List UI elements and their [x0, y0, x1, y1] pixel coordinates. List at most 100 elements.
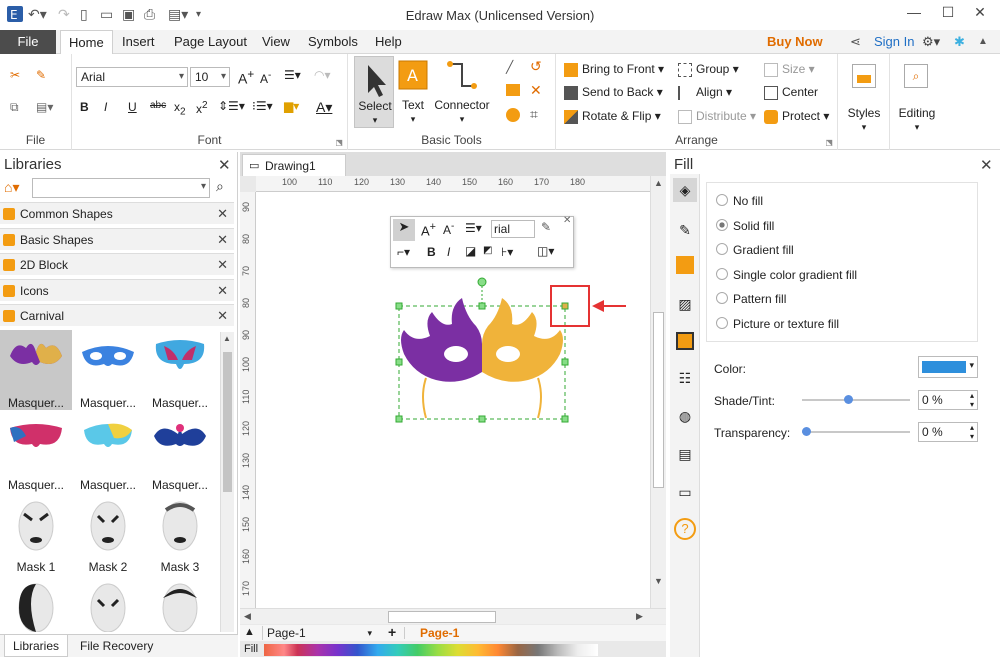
shade-tint-slider[interactable]	[802, 395, 910, 404]
mini-shrink-font-icon[interactable]: A-	[443, 221, 454, 237]
font-name-select[interactable]: Arial	[76, 67, 188, 87]
format-painter-icon[interactable]: ✎	[36, 68, 46, 82]
line-tab-icon[interactable]: ✎	[673, 218, 697, 242]
styles-dropdown-icon[interactable]: ▾	[838, 122, 890, 133]
buy-now-link[interactable]: Buy Now	[767, 34, 823, 49]
hyperlink-tab-icon[interactable]: ◍	[673, 404, 697, 428]
strikethrough-icon[interactable]: abc	[150, 100, 166, 111]
transparency-slider[interactable]	[802, 427, 910, 436]
copy-icon[interactable]: ⧉	[10, 100, 19, 115]
bold-icon[interactable]: B	[80, 100, 89, 114]
library-shape-mask-5[interactable]	[72, 576, 144, 632]
mini-bold-icon[interactable]: B	[427, 245, 436, 259]
mini-arrange-icon[interactable]: ⊦▾	[501, 245, 513, 259]
radio-picture-texture-fill[interactable]: Picture or texture fill	[716, 317, 839, 331]
underline-icon[interactable]: U	[128, 100, 137, 114]
library-shape-mask-4[interactable]	[0, 576, 72, 632]
color-palette-swatches[interactable]	[264, 644, 598, 656]
ellipse-tool-icon[interactable]	[506, 108, 520, 122]
line-spacing-icon[interactable]: ⇕☰▾	[218, 99, 245, 113]
close-libraries-icon[interactable]: ✕	[218, 156, 231, 174]
radio-solid-fill[interactable]: Solid fill	[716, 219, 774, 233]
tab-libraries[interactable]: Libraries	[4, 635, 68, 657]
library-shape-mask-1[interactable]: Mask 1	[0, 494, 72, 574]
library-shape-masquerade-6[interactable]: Masquer...	[144, 412, 216, 492]
subscript-icon[interactable]: x2	[174, 100, 186, 117]
close-library-icon[interactable]: ✕	[217, 254, 228, 276]
shade-tint-input[interactable]: 0 % ▴ ▾	[918, 390, 978, 410]
fill-tab-icon[interactable]: ◈	[673, 178, 697, 202]
library-shape-mask-3[interactable]: Mask 3	[144, 494, 216, 574]
align-button[interactable]: Align ▾	[678, 85, 732, 100]
cut-icon[interactable]: ✂	[10, 68, 20, 82]
radio-no-fill[interactable]: No fill	[716, 194, 763, 208]
library-shape-masquerade-4[interactable]: Masquer...	[0, 412, 72, 492]
close-library-icon[interactable]: ✕	[217, 280, 228, 302]
bullets-icon[interactable]: ⁝☰▾	[252, 99, 273, 113]
shade-tint-knob[interactable]	[844, 395, 853, 404]
tab-view[interactable]: View	[262, 30, 290, 54]
tab-help[interactable]: Help	[375, 30, 402, 54]
attachment-tab-icon[interactable]: ▤	[673, 442, 697, 466]
highlight-icon[interactable]: ▆▾	[284, 99, 299, 113]
library-search-input[interactable]: ▾	[32, 178, 210, 198]
rectangle-tool-icon[interactable]	[506, 84, 520, 96]
find-icon[interactable]: ⌕	[904, 64, 928, 88]
mini-format-painter-icon[interactable]: ✎	[541, 220, 551, 234]
maximize-icon[interactable]: ☐	[934, 4, 962, 21]
mini-fill-icon[interactable]: ◪	[465, 244, 476, 258]
size-button[interactable]: Size ▾	[764, 62, 815, 77]
mini-line-icon[interactable]: ◩	[483, 245, 492, 256]
canvas-vertical-scrollbar[interactable]: ▲ ▼	[650, 176, 666, 608]
radio-single-color-gradient-fill[interactable]: Single color gradient fill	[716, 268, 857, 282]
library-scrollbar[interactable]: ▲	[220, 332, 234, 632]
add-page-icon[interactable]: +	[388, 624, 396, 640]
transparency-input[interactable]: 0 % ▴ ▾	[918, 422, 978, 442]
sign-in-link[interactable]: Sign In	[874, 34, 914, 49]
share-icon[interactable]: ⋖	[850, 34, 861, 50]
crop-tool-icon[interactable]: ⌗	[530, 106, 538, 123]
collapse-ribbon-icon[interactable]: ▲	[978, 36, 988, 47]
editing-button[interactable]: Editing	[890, 106, 944, 120]
text-shape-icon[interactable]: ◠▾	[314, 68, 331, 82]
paste-icon[interactable]: ▤▾	[36, 100, 53, 114]
bring-to-front-button[interactable]: Bring to Front ▾	[564, 62, 664, 77]
tab-page-layout[interactable]: Page Layout	[174, 30, 247, 54]
comment-tab-icon[interactable]: ▭	[673, 480, 697, 504]
center-button[interactable]: Center	[764, 85, 818, 100]
line-tool-icon[interactable]: ╱	[506, 60, 513, 74]
page-tab-icon[interactable]	[676, 332, 694, 350]
select-tool-button[interactable]: Select ▾	[354, 56, 394, 128]
page-nav-up-icon[interactable]: ▲	[244, 626, 255, 638]
help-tab-icon[interactable]: ?	[674, 518, 696, 540]
page-select[interactable]: Page-1 ▾	[262, 626, 374, 640]
mini-toolbar-close-icon[interactable]: ✕	[563, 215, 571, 226]
align-text-icon[interactable]: ☰▾	[284, 68, 301, 82]
library-item-common-shapes[interactable]: Common Shapes ✕	[0, 202, 234, 224]
library-shape-mask-6[interactable]	[144, 576, 216, 632]
library-shape-masquerade-3[interactable]: Masquer...	[144, 330, 216, 410]
styles-button[interactable]: Styles	[838, 106, 890, 120]
grow-font-icon[interactable]: A+	[238, 68, 254, 87]
mini-font-select[interactable]: rial	[491, 220, 535, 238]
file-menu[interactable]: File	[0, 30, 56, 54]
minimize-icon[interactable]: —	[900, 4, 928, 20]
connector-tool-button[interactable]: Connector ▾	[432, 58, 492, 128]
cross-tool-icon[interactable]: ✕	[530, 82, 542, 99]
arrange-dialog-launcher-icon[interactable]: ⬔	[825, 138, 833, 147]
library-shape-masquerade-1[interactable]: Masquer...	[0, 330, 72, 410]
close-window-icon[interactable]: ✕	[966, 4, 994, 21]
library-item-carnival[interactable]: Carnival ✕	[0, 304, 234, 326]
distribute-button[interactable]: Distribute ▾	[678, 109, 756, 124]
close-library-icon[interactable]: ✕	[217, 229, 228, 251]
library-shape-mask-2[interactable]: Mask 2	[72, 494, 144, 574]
send-to-back-button[interactable]: Send to Back ▾	[564, 85, 663, 100]
font-color-icon[interactable]: A▾	[316, 99, 332, 116]
library-item-icons[interactable]: Icons ✕	[0, 279, 234, 301]
italic-icon[interactable]: I	[104, 100, 107, 114]
search-icon[interactable]: ⌕	[216, 178, 224, 195]
library-shape-masquerade-5[interactable]: Masquer...	[72, 412, 144, 492]
close-library-icon[interactable]: ✕	[217, 203, 228, 225]
superscript-icon[interactable]: x2	[196, 100, 208, 116]
tab-symbols[interactable]: Symbols	[308, 30, 358, 54]
